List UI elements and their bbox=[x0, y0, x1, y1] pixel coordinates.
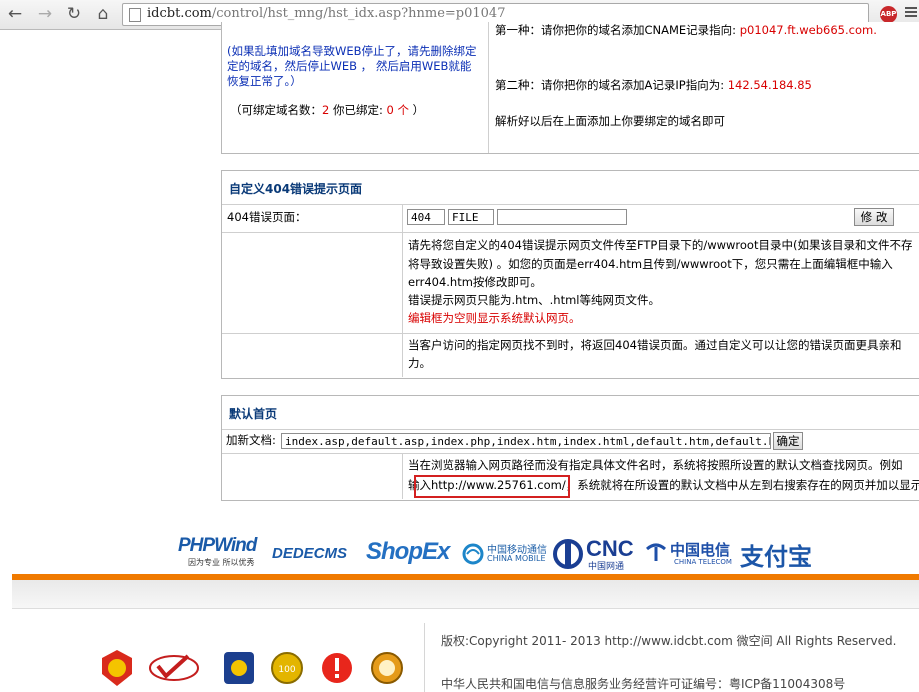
menu-icon[interactable] bbox=[905, 5, 917, 19]
default-page-header: 默认首页 bbox=[222, 396, 919, 430]
alert-shield-icon[interactable] bbox=[318, 648, 356, 688]
reload-icon[interactable]: ↻ bbox=[63, 3, 85, 25]
partner-logos: PHPWind 因为专业 所以优秀 DEDECMS ShopEx 中国移动通信 … bbox=[0, 535, 919, 577]
adblock-icon[interactable]: ABP bbox=[880, 6, 897, 23]
custom-404-info-line2: 力。 bbox=[408, 356, 431, 370]
confirm-button[interactable]: 确定 bbox=[773, 432, 803, 450]
license-text: 中华人民共和国电信与信息服务业务经营许可证编号：粤ICP备11004308号 bbox=[441, 677, 846, 691]
domain-binding-panel: (如果乱填加域名导致WEB停止了，请先删除绑定 定的域名，然后停止WEB ， 然… bbox=[221, 22, 919, 154]
binding-warning-line3: 恢复正常了。） bbox=[227, 74, 302, 88]
footer-band bbox=[12, 580, 919, 608]
error-code-input[interactable]: 404 bbox=[407, 209, 445, 225]
method-note: 解析好以后在上面添加上你要绑定的域名即可 bbox=[495, 114, 725, 128]
a-record-method: 第二种：请你把你的域名添加A记录IP指向为: 142.54.184.85 bbox=[495, 78, 812, 92]
cname-method: 第一种：请你把你的域名添加CNAME记录指向: p01047.ft.web665… bbox=[495, 23, 877, 37]
url-text: idcbt.com/control/hst_mng/hst_idx.asp?hn… bbox=[147, 6, 506, 21]
custom-404-desc-line2: 将导致设置失败) 。如您的页面是err404.htm且传到/wwwroot下，您… bbox=[408, 257, 893, 271]
china-telecom-logo[interactable]: 中国电信 CHINA TELECOM bbox=[644, 539, 736, 579]
highlight-box bbox=[414, 475, 570, 498]
error-page-path-input[interactable] bbox=[497, 209, 627, 225]
cnc-logo[interactable]: CNC 中国网通 bbox=[553, 536, 639, 579]
default-page-title: 默认首页 bbox=[229, 407, 278, 421]
copyright-text: 版权:Copyright 2011- 2013 http://www.idcbt… bbox=[441, 634, 897, 648]
footer-separator bbox=[424, 623, 425, 692]
svg-text:100: 100 bbox=[278, 665, 295, 675]
page-icon bbox=[129, 8, 141, 22]
custom-404-info-row: 当客户访问的指定网页找不到时，将返回404错误页面。通过自定义可以让您的错误页面… bbox=[222, 334, 919, 377]
cyber-police-badge-icon[interactable] bbox=[220, 648, 258, 688]
error-type-input[interactable]: FILE bbox=[448, 209, 494, 225]
back-arrow-icon[interactable]: ← bbox=[4, 3, 26, 25]
add-doc-label: 加新文档: bbox=[226, 433, 276, 447]
alipay-logo[interactable]: 支付宝 bbox=[740, 537, 824, 577]
default-page-docs-row: 加新文档: index.asp,default.asp,index.php,in… bbox=[222, 430, 919, 454]
custom-404-desc-line3: err404.htm按修改即可。 bbox=[408, 275, 542, 289]
police-badge-icon[interactable] bbox=[98, 648, 136, 688]
binding-count: （可绑定域名数：2 你已绑定: 0 个 ） bbox=[230, 103, 425, 117]
home-icon[interactable]: ⌂ bbox=[92, 3, 114, 25]
modify-button[interactable]: 修 改 bbox=[854, 208, 894, 226]
custom-404-desc-line4: 错误提示网页只能为.htm、.html等纯网页文件。 bbox=[408, 293, 661, 307]
footer-divider bbox=[12, 608, 919, 609]
default-docs-input[interactable]: index.asp,default.asp,index.php,index.ht… bbox=[281, 433, 771, 449]
secure-site-badge-icon[interactable] bbox=[368, 648, 406, 688]
trust-seal-icon[interactable]: 100 bbox=[268, 648, 306, 688]
custom-404-desc-line1: 请先将您自定义的404错误提示网页文件传至FTP目录下的/wwwroot目录中(… bbox=[408, 238, 913, 252]
shopex-logo[interactable]: ShopEx bbox=[366, 538, 458, 578]
custom-404-title: 自定义404错误提示页面 bbox=[229, 182, 363, 196]
custom-404-desc-red: 编辑框为空则显示系统默认网页。 bbox=[408, 311, 581, 325]
phpwind-logo[interactable]: PHPWind 因为专业 所以优秀 bbox=[178, 535, 270, 575]
forward-arrow-icon[interactable]: → bbox=[34, 3, 56, 25]
default-page-panel: 默认首页 加新文档: index.asp,default.asp,index.p… bbox=[221, 395, 919, 501]
custom-404-field-label: 404错误页面： bbox=[227, 210, 307, 224]
custom-404-desc-row: 请先将您自定义的404错误提示网页文件传至FTP目录下的/wwwroot目录中(… bbox=[222, 233, 919, 334]
default-page-desc-line1: 当在浏览器输入网页路径而没有指定具体文件名时，系统将按照所设置的默认文档查找网页… bbox=[408, 458, 903, 472]
custom-404-header: 自定义404错误提示页面 bbox=[222, 171, 919, 205]
verisign-badge-icon[interactable] bbox=[148, 648, 200, 688]
custom-404-info-line1: 当客户访问的指定网页找不到时，将返回404错误页面。通过自定义可以让您的错误页面… bbox=[408, 338, 902, 352]
default-page-desc-row: 当在浏览器输入网页路径而没有指定具体文件名时，系统将按照所设置的默认文档查找网页… bbox=[222, 454, 919, 499]
custom-404-field-row: 404错误页面： 404 FILE 修 改 bbox=[222, 205, 919, 233]
custom-404-panel: 自定义404错误提示页面 404错误页面： 404 FILE 修 改 请先将您自… bbox=[221, 170, 919, 379]
